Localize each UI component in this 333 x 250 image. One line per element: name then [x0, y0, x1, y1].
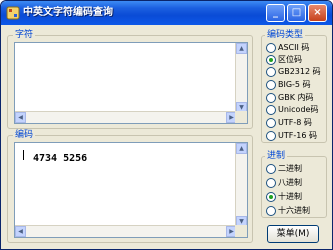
radio-button-icon: [266, 67, 276, 77]
radix-label: 进制: [265, 150, 288, 162]
radio-label: ASCII 码: [278, 43, 310, 52]
code-output-value: 4734 5256: [33, 153, 88, 164]
radio-label: Unicode码: [278, 105, 319, 114]
text-caret: [23, 150, 24, 160]
close-button[interactable]: ×: [308, 4, 327, 22]
radio-label: BIG-5 码: [278, 80, 311, 89]
scroll-up-icon[interactable]: ▲: [236, 43, 247, 54]
app-icon: [6, 6, 20, 20]
radio-button-icon: [266, 43, 276, 53]
chars-vertical-scrollbar[interactable]: ▲ ▼: [235, 43, 247, 113]
radio-selected-icon: [266, 55, 276, 65]
radio-button-icon: [266, 178, 276, 188]
radio-button-icon: [266, 131, 276, 141]
encoding-type-label: 编码类型: [265, 29, 306, 41]
code-vertical-scrollbar[interactable]: ▲ ▼: [235, 143, 247, 227]
radio-label: UTF-8 码: [278, 118, 312, 127]
code-group-label: 编码: [13, 129, 36, 141]
radio-button-icon: [266, 80, 276, 90]
chars-group-label: 字符: [13, 29, 36, 41]
scroll-left-icon[interactable]: ◀: [15, 112, 26, 123]
radio-label: 十进制: [278, 192, 302, 201]
radio-label: 二进制: [278, 164, 302, 173]
radio-button-icon: [266, 105, 276, 115]
radio-label: UTF-16 码: [278, 131, 317, 140]
radio-label: 区位码: [278, 55, 302, 64]
radio-button-icon: [266, 164, 276, 174]
scroll-up-icon[interactable]: ▲: [236, 143, 247, 154]
scroll-left-icon[interactable]: ◀: [15, 226, 26, 237]
maximize-button[interactable]: □: [287, 4, 306, 22]
radio-button-icon: [266, 93, 276, 103]
scroll-corner: [235, 111, 247, 123]
radio-label: GBK 内码: [278, 93, 314, 102]
radio-label: GB2312 码: [278, 67, 321, 76]
code-output[interactable]: 4734 5256 ▲ ▼ ◀ ▶: [14, 142, 248, 238]
title-bar[interactable]: 中英文字符编码查询 _ □ ×: [1, 1, 332, 25]
radio-selected-icon: [266, 192, 276, 202]
radio-label: 八进制: [278, 178, 302, 187]
app-window: 中英文字符编码查询 _ □ × 字符 ▲ ▼ ◀ ▶ 编码 4734 5256 …: [0, 0, 333, 250]
scroll-corner: [235, 225, 247, 237]
code-group: 编码 4734 5256 ▲ ▼ ◀ ▶: [7, 129, 253, 243]
window-title: 中英文字符编码查询: [23, 7, 113, 18]
chars-input[interactable]: ▲ ▼ ◀ ▶: [14, 42, 248, 124]
menu-button[interactable]: 菜单(M): [267, 225, 319, 243]
chars-group: 字符 ▲ ▼ ◀ ▶: [7, 29, 253, 129]
chars-horizontal-scrollbar[interactable]: ◀ ▶: [15, 111, 237, 123]
minimize-button[interactable]: _: [266, 4, 285, 22]
radio-label: 十六进制: [278, 206, 310, 215]
radio-button-icon: [266, 118, 276, 128]
code-horizontal-scrollbar[interactable]: ◀ ▶: [15, 225, 237, 237]
radio-button-icon: [266, 206, 276, 216]
